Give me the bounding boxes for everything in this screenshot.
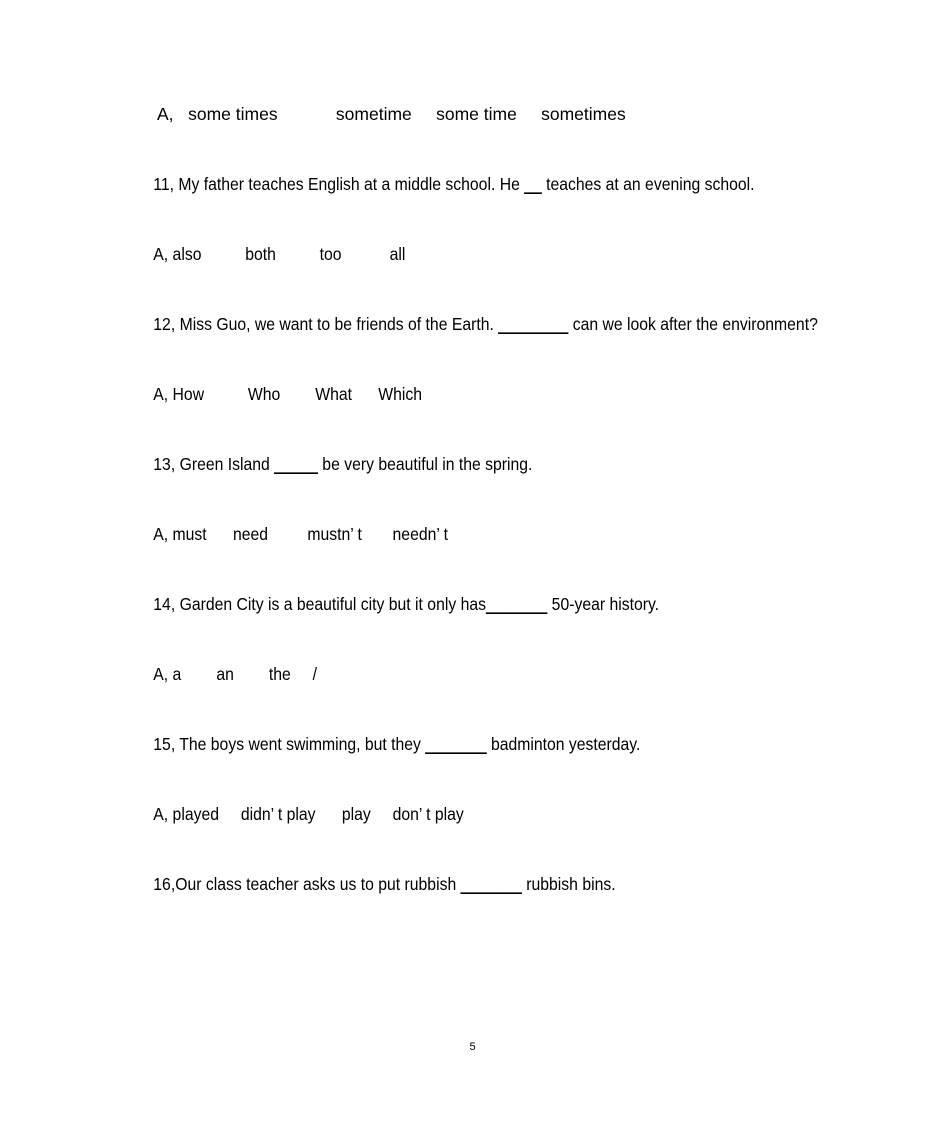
question-13-blank: _____ — [274, 454, 318, 474]
question-15-blank: _______ — [425, 734, 487, 754]
question-16-text-before: 16,Our class teacher asks us to put rubb… — [153, 874, 461, 894]
answer-options-row: A, some times sometime some time sometim… — [157, 104, 626, 124]
question-15: 15, The boys went swimming, but they ___… — [120, 726, 827, 762]
answer-options-row: A, also both too all — [153, 244, 406, 264]
question-15-text-before: 15, The boys went swimming, but they — [153, 734, 426, 754]
question-16: 16,Our class teacher asks us to put rubb… — [120, 866, 827, 902]
question-13-text-before: 13, Green Island — [153, 454, 275, 474]
question-11-blank: __ — [524, 174, 542, 194]
question-12: 12, Miss Guo, we want to be friends of t… — [120, 306, 827, 342]
question-12-text-after: can we look after the environment? — [568, 314, 818, 334]
question-11-text-before: 11, My father teaches English at a middl… — [153, 174, 525, 194]
question-14-text-before: 14, Garden City is a beautiful city but … — [153, 594, 486, 614]
question-15-text-after: badminton yesterday. — [486, 734, 641, 754]
question-16-blank: _______ — [460, 874, 522, 894]
question-12-text-before: 12, Miss Guo, we want to be friends of t… — [153, 314, 499, 334]
answer-options-row: A, must need mustn’ t needn’ t — [153, 524, 449, 544]
question-13: 13, Green Island _____ be very beautiful… — [120, 446, 827, 482]
answer-options-row: A, How Who What Which — [153, 384, 422, 404]
page-number: 5 — [469, 1041, 476, 1053]
question-11-text-after: teaches at an evening school. — [541, 174, 755, 194]
answer-options-row: A, played didn’ t play play don’ t play — [153, 804, 464, 824]
question-14: 14, Garden City is a beautiful city but … — [120, 586, 827, 622]
question-16-text-after: rubbish bins. — [521, 874, 616, 894]
question-11: 11, My father teaches English at a middl… — [120, 166, 827, 202]
answer-options-row: A, a an the / — [153, 664, 318, 684]
question-14-blank: _______ — [485, 594, 548, 614]
document-page: A, some times sometime some time sometim… — [0, 0, 945, 1123]
question-12-blank: ________ — [498, 314, 569, 334]
document-body: A, some times sometime some time sometim… — [120, 96, 826, 936]
question-13-text-after: be very beautiful in the spring. — [317, 454, 533, 474]
question-14-text-after: 50-year history. — [547, 594, 660, 614]
